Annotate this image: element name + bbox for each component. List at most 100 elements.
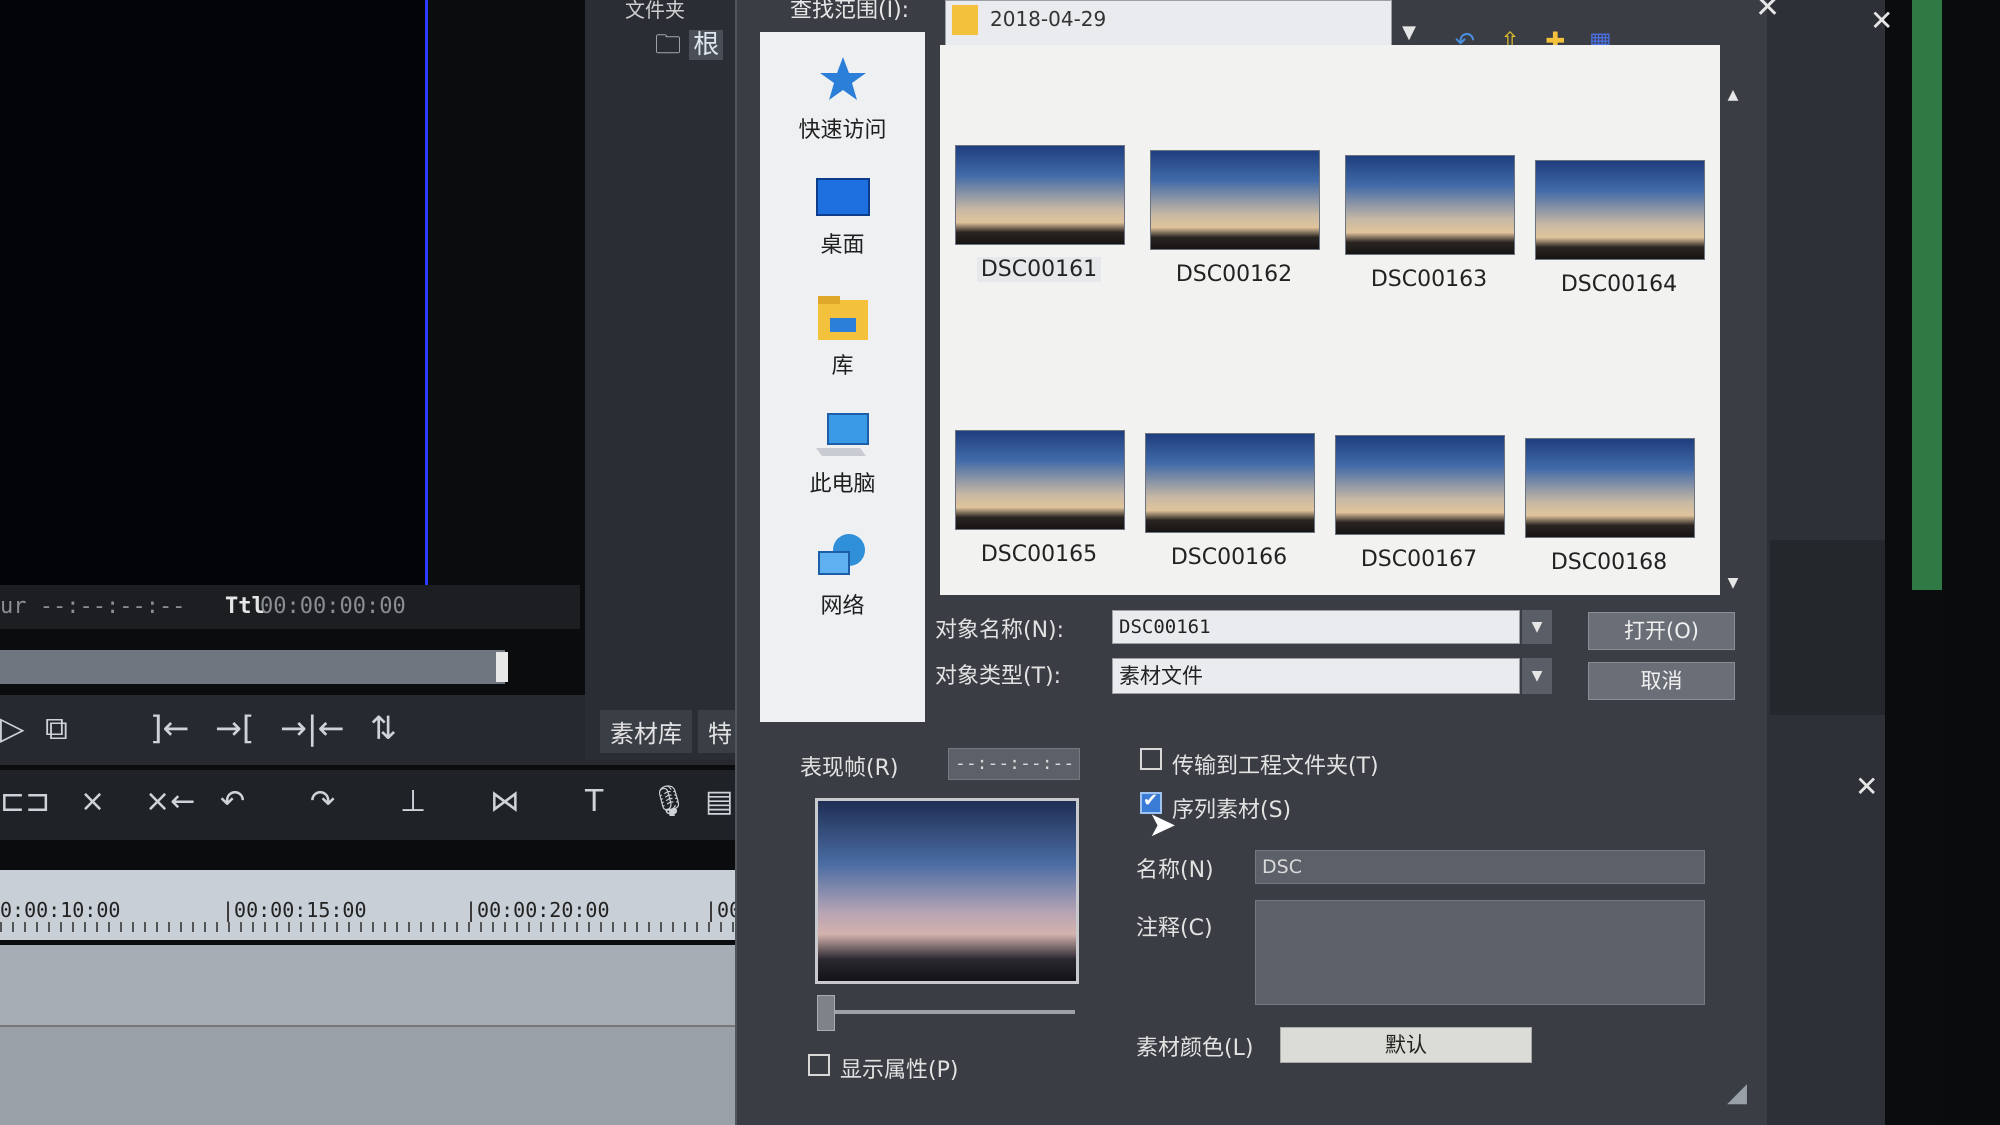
place-desktop[interactable]: 桌面 bbox=[760, 177, 925, 259]
star-icon bbox=[819, 57, 866, 100]
preview-thumbnail bbox=[815, 798, 1079, 984]
title-icon[interactable]: T bbox=[585, 784, 603, 819]
object-name-input[interactable]: DSC00161 bbox=[1112, 610, 1520, 644]
mark-in-icon[interactable]: ]← bbox=[150, 709, 189, 747]
file-name: DSC00165 bbox=[980, 542, 1098, 567]
file-list-scrollbar[interactable]: ▲ ▼ bbox=[1722, 85, 1744, 595]
lookin-combo[interactable]: 2018-04-29 bbox=[945, 0, 1392, 48]
place-library[interactable]: 库 bbox=[760, 294, 925, 380]
redo-icon[interactable]: ↷ bbox=[310, 784, 335, 819]
timeline-track[interactable] bbox=[0, 945, 740, 1027]
ruler-tick-label: |00:00:15:00 bbox=[222, 898, 367, 922]
file-item[interactable]: DSC00165 bbox=[955, 430, 1125, 567]
total-timecode: 00:00:00:00 bbox=[260, 594, 406, 619]
thumbnail-image bbox=[1525, 438, 1695, 538]
tab-bin[interactable]: 素材库 bbox=[600, 710, 692, 753]
object-type-label: 对象类型(T): bbox=[935, 664, 1062, 689]
place-label: 库 bbox=[831, 354, 854, 379]
close-icon[interactable]: ✕ bbox=[1870, 4, 1893, 37]
frame-timecode-input[interactable]: --:--:--:-- bbox=[948, 748, 1080, 780]
cancel-button[interactable]: 取消 bbox=[1588, 662, 1735, 700]
window-edge bbox=[1912, 0, 1942, 590]
scroll-down-icon[interactable]: ▼ bbox=[1724, 575, 1742, 593]
network-icon bbox=[817, 534, 865, 575]
object-type-select[interactable]: 素材文件 bbox=[1112, 658, 1520, 694]
scrub-handle[interactable] bbox=[496, 652, 508, 682]
preview-monitor bbox=[0, 0, 428, 588]
lookin-label: 查找范围(I): bbox=[790, 0, 910, 23]
overwrite-icon[interactable]: ⇅ bbox=[370, 709, 397, 747]
right-subpanel bbox=[1770, 540, 1885, 715]
folder-pane bbox=[585, 0, 745, 760]
open-button[interactable]: 打开(O) bbox=[1588, 612, 1735, 650]
capture-icon[interactable]: ▤ bbox=[705, 784, 733, 819]
object-name-label: 对象名称(N): bbox=[935, 618, 1065, 643]
file-item[interactable]: DSC00167 bbox=[1335, 435, 1505, 572]
place-label: 此电脑 bbox=[809, 472, 876, 497]
place-label: 网络 bbox=[820, 594, 865, 619]
show-properties-checkbox[interactable] bbox=[808, 1054, 830, 1076]
places-bar: 快速访问 桌面 库 此电脑 网络 bbox=[760, 32, 925, 722]
file-list[interactable]: DSC00161 DSC00162 DSC00163 DSC00164 DSC0… bbox=[940, 45, 1720, 595]
timeline-ruler[interactable]: 0:00:10:00 |00:00:15:00 |00:00:20:00 |00 bbox=[0, 870, 741, 940]
chevron-down-icon[interactable]: ▼ bbox=[1522, 658, 1552, 694]
thumbnail-image bbox=[955, 430, 1125, 530]
transfer-checkbox[interactable] bbox=[1140, 748, 1162, 770]
file-item[interactable]: DSC00161 bbox=[955, 145, 1125, 282]
current-timecode: ur --:--:--:-- bbox=[0, 594, 186, 619]
preview-scrub-bar[interactable] bbox=[0, 650, 505, 684]
root-label: 根 bbox=[689, 30, 724, 60]
undo-icon[interactable]: ↶ bbox=[220, 784, 245, 819]
thumbnail-image bbox=[1335, 435, 1505, 535]
file-name: DSC00168 bbox=[1550, 550, 1668, 575]
place-network[interactable]: 网络 bbox=[760, 530, 925, 620]
clip-icon[interactable]: ⊏⊐ bbox=[0, 784, 50, 819]
name-input[interactable]: DSC bbox=[1255, 850, 1705, 884]
edit-toolbar: ⊏⊐ × ×← ↶ ↷ ⊥ ⋈ T 🎙 ▤ bbox=[0, 770, 740, 840]
file-item[interactable]: DSC00164 bbox=[1535, 160, 1705, 297]
ruler-tick-label: |00:00:20:00 bbox=[465, 898, 610, 922]
play-icon[interactable]: ▷ bbox=[0, 709, 25, 747]
resize-grip-icon[interactable]: ◢ bbox=[1727, 1078, 1747, 1108]
clip-color-button[interactable]: 默认 bbox=[1280, 1027, 1532, 1063]
timeline-track[interactable] bbox=[0, 1027, 740, 1125]
place-quick-access[interactable]: 快速访问 bbox=[760, 54, 925, 144]
close-icon[interactable]: ✕ bbox=[1855, 770, 1878, 803]
place-this-pc[interactable]: 此电脑 bbox=[760, 412, 925, 498]
preview-slider-thumb[interactable] bbox=[817, 995, 835, 1031]
file-item[interactable]: DSC00168 bbox=[1525, 438, 1695, 575]
screen-bezel bbox=[1942, 0, 2000, 1125]
close-icon[interactable]: ✕ bbox=[1755, 0, 1780, 25]
thumbnail-image bbox=[1345, 155, 1515, 255]
insert-icon[interactable]: →|← bbox=[280, 709, 344, 747]
chevron-down-icon[interactable]: ▼ bbox=[1522, 610, 1552, 644]
folder-pane-root[interactable]: 🗀 根 bbox=[655, 24, 724, 70]
thumbnail-image bbox=[955, 145, 1125, 245]
delete-icon[interactable]: × bbox=[80, 784, 105, 819]
file-item[interactable]: DSC00166 bbox=[1145, 433, 1315, 570]
scroll-up-icon[interactable]: ▲ bbox=[1724, 87, 1742, 105]
monitor-icon[interactable]: ⧉ bbox=[45, 709, 68, 748]
name-label: 名称(N) bbox=[1136, 858, 1214, 883]
computer-icon bbox=[815, 413, 869, 456]
ripple-delete-icon[interactable]: ×← bbox=[145, 784, 195, 819]
total-label: Ttl bbox=[225, 594, 265, 619]
ruler-tick-label: 0:00:10:00 bbox=[0, 898, 121, 922]
frame-label: 表现帧(R) bbox=[800, 756, 899, 781]
thumbnail-image bbox=[1150, 150, 1320, 250]
microphone-icon[interactable]: 🎙 bbox=[650, 784, 688, 819]
place-label: 桌面 bbox=[820, 233, 865, 258]
mouse-cursor-icon: ➤ bbox=[1148, 805, 1177, 845]
file-item[interactable]: DSC00163 bbox=[1345, 155, 1515, 292]
chevron-down-icon[interactable]: ▼ bbox=[1392, 22, 1426, 46]
folder-icon: 🗀 bbox=[655, 30, 682, 60]
split-icon[interactable]: ⊥ bbox=[400, 784, 426, 819]
comment-textarea[interactable] bbox=[1255, 900, 1705, 1005]
file-item[interactable]: DSC00162 bbox=[1150, 150, 1320, 287]
file-name: DSC00163 bbox=[1370, 267, 1488, 292]
mark-out-icon[interactable]: →[ bbox=[215, 709, 254, 747]
transition-icon[interactable]: ⋈ bbox=[490, 784, 520, 819]
sequence-label: 序列素材(S) bbox=[1172, 798, 1292, 823]
comment-label: 注释(C) bbox=[1136, 916, 1213, 941]
preview-slider-track[interactable] bbox=[820, 1010, 1075, 1014]
